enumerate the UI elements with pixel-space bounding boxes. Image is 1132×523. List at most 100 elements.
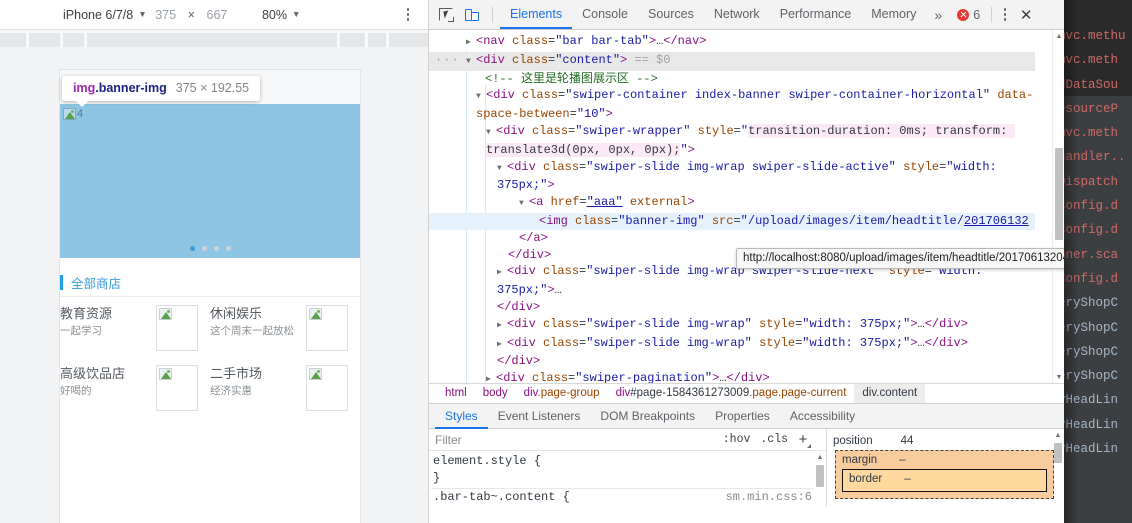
styles-tabbar: Styles Event Listeners DOM Breakpoints P… xyxy=(429,403,1064,429)
dom-line[interactable]: ▼ <div class="swiper-container index-bann… xyxy=(429,87,1035,123)
tab-sources[interactable]: Sources xyxy=(638,0,704,29)
shop-card-subtitle: 这个周末一起放松 xyxy=(210,325,294,337)
link-url-tooltip: http://localhost:8080/upload/images/item… xyxy=(736,248,1064,269)
plus-icon[interactable]: + xyxy=(793,429,813,450)
css-selector[interactable]: .bar-tab~.content { xyxy=(433,490,570,504)
dom-line-highlighted[interactable]: <img class="banner-img" src="/upload/ima… xyxy=(429,212,1035,230)
device-emulation-panel: iPhone 6/7/8 ▼ 375 × 667 80% ▼ 4 全部商店 教育… xyxy=(0,0,428,523)
css-rule-bar-tab-content[interactable]: .bar-tab~.content { sm.min.css:6 xyxy=(431,488,826,506)
dom-line[interactable]: ▶ <div class="swiper-slide img-wrap" styl… xyxy=(429,335,1035,354)
dom-line[interactable]: ▶ <div class="swiper-slide img-wrap" styl… xyxy=(429,316,1035,335)
styles-scrollbar[interactable]: ▲ xyxy=(814,451,826,507)
dom-line[interactable]: ▶ <nav class="bar bar-tab">…</nav> xyxy=(429,33,1035,52)
emulated-device-viewport[interactable]: 4 全部商店 教育资源 一起学习 休闲娱乐 这个周末一起放松 高级饮品店 好喝的 二手市场经… xyxy=(60,70,360,523)
border-label: border xyxy=(849,473,883,485)
css-selector[interactable]: element.style { xyxy=(433,453,826,470)
tab-performance[interactable]: Performance xyxy=(770,0,862,29)
more-tabs-icon[interactable]: » xyxy=(926,7,950,23)
banner-swiper-slide[interactable]: 4 xyxy=(60,104,360,258)
broken-image-icon xyxy=(159,308,172,320)
tab-console[interactable]: Console xyxy=(572,0,638,29)
border-row: border – xyxy=(849,473,1040,485)
pagination-dot[interactable] xyxy=(201,246,207,251)
shop-card-subtitle: 好喝的 xyxy=(60,385,92,397)
shop-card-title: 教育资源 xyxy=(60,306,113,321)
pagination-dot[interactable] xyxy=(225,246,231,251)
dom-line[interactable]: ▼ <div class="swiper-wrapper" style="tran… xyxy=(429,123,1035,159)
shop-card-thumbnail[interactable] xyxy=(156,305,198,351)
section-accent-bar xyxy=(60,275,63,290)
dom-line[interactable]: ▼ <div class="swiper-slide img-wrap swipe… xyxy=(429,159,1035,195)
tab-network[interactable]: Network xyxy=(704,0,770,29)
css-source-link[interactable]: sm.min.css:6 xyxy=(726,489,812,506)
breadcrumb-item-html[interactable]: html xyxy=(437,384,475,403)
swiper-pagination[interactable] xyxy=(60,246,360,251)
dom-tree-scrollbar[interactable]: ▲ ▼ xyxy=(1052,30,1064,383)
breadcrumb-item-page-group[interactable]: div.page-group xyxy=(516,384,608,403)
breadcrumb-item-page-current[interactable]: div#page-1584361273009.page.page-current xyxy=(608,384,855,403)
section-title-label: 全部商店 xyxy=(71,277,122,291)
device-options-menu-icon[interactable] xyxy=(401,7,415,23)
ide-dash-row xyxy=(1064,517,1132,523)
tab-accessibility[interactable]: Accessibility xyxy=(780,404,865,429)
scroll-up-icon[interactable]: ▲ xyxy=(814,451,826,463)
shop-card-subtitle: 一起学习 xyxy=(60,325,102,337)
tab-properties[interactable]: Properties xyxy=(705,404,780,429)
shop-card[interactable]: 二手市场 经济实惠 xyxy=(210,357,360,417)
scrollbar-thumb[interactable] xyxy=(1055,148,1063,240)
box-model-scrollbar[interactable]: ▲ xyxy=(1052,429,1064,507)
shop-card[interactable]: 高级饮品店 好喝的 xyxy=(60,357,210,417)
error-count-badge[interactable]: 6 xyxy=(950,8,987,22)
shop-card-title: 高级饮品店 xyxy=(60,366,126,381)
css-rule-element-style[interactable]: element.style { } xyxy=(431,453,826,486)
dom-line[interactable]: ▶ <div class="swiper-pagination">…</div> xyxy=(429,370,1035,383)
toggle-device-toolbar-icon[interactable] xyxy=(459,2,485,28)
scrollbar-thumb[interactable] xyxy=(1054,443,1062,463)
dom-line[interactable]: <!-- 这里是轮播图展示区 --> xyxy=(429,71,1035,88)
scroll-up-icon[interactable]: ▲ xyxy=(1052,429,1064,441)
inspect-element-icon[interactable] xyxy=(433,2,459,28)
device-toolbar: iPhone 6/7/8 ▼ 375 × 667 80% ▼ xyxy=(0,0,428,30)
device-ruler xyxy=(0,31,428,47)
shop-card-thumbnail[interactable] xyxy=(306,365,348,411)
cls-toggle-button[interactable]: .cls xyxy=(755,433,793,446)
breadcrumb-item-content[interactable]: div.content xyxy=(854,384,926,403)
breadcrumb-item-body[interactable]: body xyxy=(475,384,516,403)
scrollbar-thumb[interactable] xyxy=(816,465,824,487)
dom-line-selected[interactable]: ··· ▼ <div class="content"> == $0 xyxy=(429,51,1035,71)
devtools-menu-icon[interactable] xyxy=(997,4,1013,26)
scroll-down-icon[interactable]: ▼ xyxy=(1053,371,1064,383)
dom-line[interactable]: </a> xyxy=(429,230,1035,247)
shop-card[interactable]: 教育资源 一起学习 xyxy=(60,297,210,357)
css-rule-close: } xyxy=(433,470,441,485)
element-highlight-tooltip: img.banner-img 375 × 192.55 xyxy=(62,76,261,107)
pagination-dot[interactable] xyxy=(213,246,219,251)
shop-card-thumbnail[interactable] xyxy=(306,305,348,351)
tab-event-listeners[interactable]: Event Listeners xyxy=(488,404,591,429)
dom-line[interactable]: ▼ <a href="aaa" external> xyxy=(429,194,1035,213)
scroll-up-icon[interactable]: ▲ xyxy=(1053,30,1064,42)
dom-tree-container[interactable]: ▶ <nav class="bar bar-tab">…</nav> ··· ▼ <d… xyxy=(429,30,1064,383)
device-selector[interactable]: iPhone 6/7/8 ▼ xyxy=(63,8,147,22)
border-value[interactable]: – xyxy=(904,473,910,485)
tab-memory[interactable]: Memory xyxy=(861,0,926,29)
styles-rules-pane: :hov .cls + element.style { } .bar-tab~.… xyxy=(429,429,827,507)
device-height-input[interactable]: 667 xyxy=(198,8,236,22)
pagination-dot[interactable] xyxy=(189,246,195,251)
shop-card-thumbnail[interactable] xyxy=(156,365,198,411)
tab-dom-breakpoints[interactable]: DOM Breakpoints xyxy=(590,404,705,429)
zoom-selector[interactable]: 80% ▼ xyxy=(262,8,300,22)
styles-filter-input[interactable] xyxy=(429,429,718,450)
box-model-border[interactable]: border – xyxy=(842,469,1047,492)
close-icon[interactable]: ✕ xyxy=(1013,2,1039,28)
hov-toggle-button[interactable]: :hov xyxy=(718,433,756,446)
dom-line[interactable]: </div> xyxy=(429,353,1035,370)
shop-card[interactable]: 休闲娱乐 这个周末一起放松 xyxy=(210,297,360,357)
device-width-input[interactable]: 375 xyxy=(147,8,185,22)
margin-value[interactable]: – xyxy=(899,454,905,466)
box-model-margin[interactable]: margin – border – xyxy=(835,450,1054,499)
dom-line[interactable]: </div> xyxy=(429,299,1035,316)
tab-elements[interactable]: Elements xyxy=(500,0,572,29)
position-value[interactable]: 44 xyxy=(901,435,914,447)
tab-styles[interactable]: Styles xyxy=(435,404,488,429)
